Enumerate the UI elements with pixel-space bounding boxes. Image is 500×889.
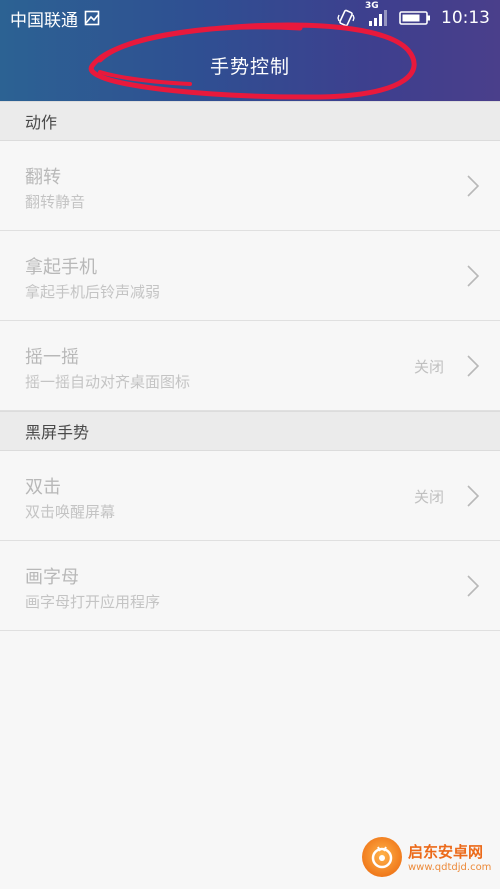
item-status: 关闭 xyxy=(413,358,444,376)
chevron-right-icon xyxy=(467,265,480,287)
item-title: 画字母 xyxy=(25,567,79,588)
item-subtitle: 画字母打开应用程序 xyxy=(25,593,161,611)
chevron-right-icon xyxy=(467,355,480,377)
item-title: 双击 xyxy=(25,477,61,498)
watermark-url: www.qdtdjd.com xyxy=(408,862,492,873)
status-left: 中国联通 xyxy=(10,6,100,31)
setting-item-draw-letter[interactable]: 画字母 画字母打开应用程序 xyxy=(0,541,500,631)
page-title: 手势控制 xyxy=(209,56,290,78)
item-subtitle: 双击唤醒屏幕 xyxy=(25,503,116,521)
status-right: 3G 10:13 xyxy=(337,1,490,28)
carrier-name: 中国联通 xyxy=(10,10,78,31)
chevron-right-icon xyxy=(467,485,480,507)
vibrate-icon xyxy=(337,9,355,27)
section-header-screen-off-gestures: 黑屏手势 xyxy=(0,411,500,451)
battery-icon xyxy=(399,10,431,26)
setting-item-pickup[interactable]: 拿起手机 拿起手机后铃声减弱 xyxy=(0,231,500,321)
chevron-right-icon xyxy=(467,175,480,197)
app-header: 中国联通 3G 10:13 手势控制 xyxy=(0,0,500,101)
watermark-text: 启东安卓网 www.qdtdjd.com xyxy=(408,841,491,873)
status-bar: 中国联通 3G 10:13 xyxy=(0,0,500,36)
item-title: 摇一摇 xyxy=(25,347,79,368)
watermark-logo-icon xyxy=(362,837,402,877)
setting-item-flip[interactable]: 翻转 翻转静音 xyxy=(0,141,500,231)
screen: 中国联通 3G 10:13 手势控制 动作 翻转 翻转静音 拿起手机 拿起手机后… xyxy=(0,0,500,889)
item-status: 关闭 xyxy=(413,488,444,506)
watermark-name: 启东安卓网 xyxy=(408,843,484,861)
item-subtitle: 翻转静音 xyxy=(25,193,86,211)
item-title: 拿起手机 xyxy=(25,257,97,278)
watermark: 启东安卓网 www.qdtdjd.com xyxy=(362,831,492,883)
section-header-actions: 动作 xyxy=(0,101,500,141)
item-subtitle: 摇一摇自动对齐桌面图标 xyxy=(25,373,191,391)
item-subtitle: 拿起手机后铃声减弱 xyxy=(25,283,161,301)
item-title: 翻转 xyxy=(25,167,61,188)
chevron-right-icon xyxy=(467,575,480,597)
setting-item-double-tap[interactable]: 双击 双击唤醒屏幕 关闭 xyxy=(0,451,500,541)
setting-item-shake[interactable]: 摇一摇 摇一摇自动对齐桌面图标 关闭 xyxy=(0,321,500,411)
image-notification-icon xyxy=(84,10,100,26)
network-type: 3G xyxy=(365,1,379,11)
signal-icon: 3G xyxy=(365,1,389,27)
clock: 10:13 xyxy=(441,8,490,28)
